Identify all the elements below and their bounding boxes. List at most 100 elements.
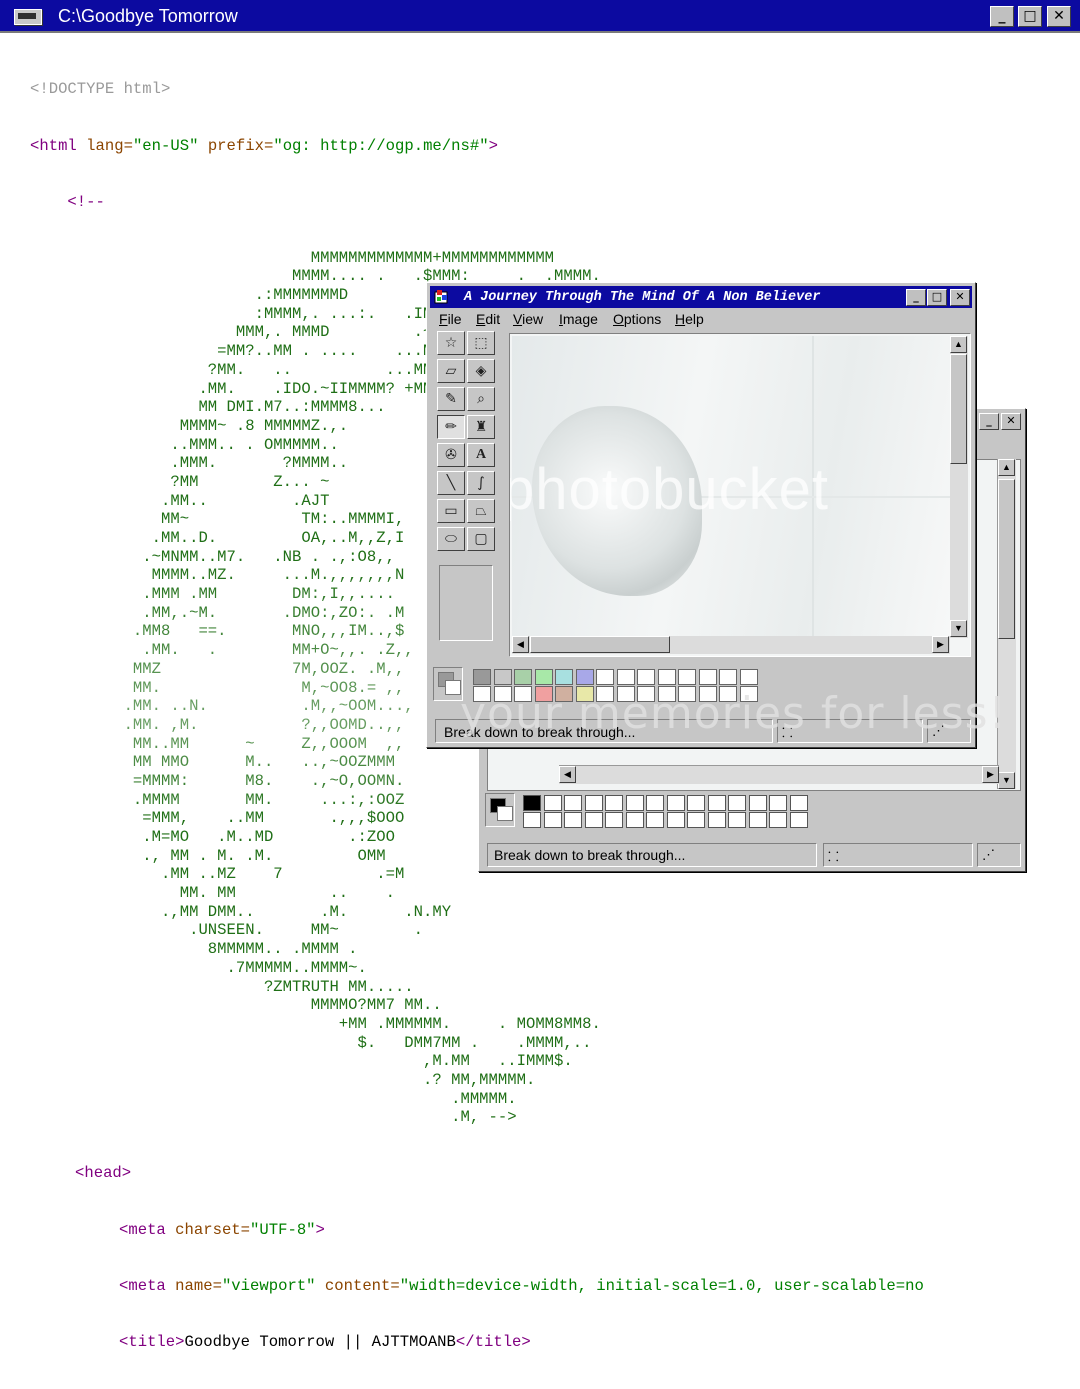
palette-swatch[interactable]: [748, 795, 767, 811]
scroll-down-icon[interactable]: ▼: [950, 620, 967, 637]
palette-swatch[interactable]: [769, 812, 787, 828]
scroll-up-icon[interactable]: ▲: [998, 459, 1015, 476]
menu-help[interactable]: Help: [675, 311, 704, 327]
menu-edit[interactable]: Edit: [476, 311, 500, 327]
meta-charset-line: <meta charset="UTF-8">: [119, 1220, 325, 1239]
palette-swatch[interactable]: [625, 795, 644, 811]
palette-swatch[interactable]: [748, 812, 767, 828]
rounded-rect-icon[interactable]: ▢: [467, 527, 495, 551]
scroll-right-icon[interactable]: ▶: [982, 766, 999, 783]
palette-swatch[interactable]: [596, 669, 614, 685]
palette-swatch[interactable]: [605, 795, 623, 811]
palette-swatch[interactable]: [789, 795, 808, 811]
palette-swatch[interactable]: [728, 795, 746, 811]
palette-swatch[interactable]: [555, 669, 573, 685]
brush-icon[interactable]: ♜: [467, 415, 495, 439]
palette-swatch[interactable]: [687, 795, 705, 811]
palette-swatch[interactable]: [584, 812, 603, 828]
palette-swatch[interactable]: [678, 669, 696, 685]
back-status-size: ⋰: [977, 843, 1021, 867]
paint-minimize-button[interactable]: _: [906, 289, 926, 306]
palette-swatch[interactable]: [657, 669, 676, 685]
free-select-icon[interactable]: ☆: [437, 331, 465, 355]
ascii-art-line: .MMMMM.: [30, 1089, 517, 1108]
palette-swatch[interactable]: [543, 795, 562, 811]
close-button[interactable]: ✕: [1047, 6, 1071, 27]
palette-swatch[interactable]: [534, 669, 553, 685]
palette-swatch[interactable]: [523, 812, 541, 828]
back-close-button[interactable]: ✕: [1001, 413, 1021, 430]
palette-swatch[interactable]: [646, 795, 664, 811]
scroll-left-icon[interactable]: ◀: [559, 766, 576, 783]
palette-swatch[interactable]: [493, 669, 512, 685]
fill-bucket-icon[interactable]: ◈: [467, 359, 495, 383]
line-icon[interactable]: ╲: [437, 471, 465, 495]
ascii-art-line: $. DMM7MM . .MMMM,..: [30, 1033, 592, 1052]
doctype-line: <!DOCTYPE html>: [30, 80, 171, 99]
palette-swatch[interactable]: [564, 795, 582, 811]
text-tool-icon[interactable]: A: [467, 443, 495, 467]
back-vertical-scrollbar[interactable]: ▲ ▼: [997, 459, 1016, 789]
palette-swatch[interactable]: [707, 795, 726, 811]
palette-swatch[interactable]: [707, 812, 726, 828]
paint-title-bar[interactable]: A Journey Through The Mind Of A Non Beli…: [430, 286, 972, 308]
palette-swatch[interactable]: [625, 812, 644, 828]
palette-swatch[interactable]: [739, 669, 758, 685]
eraser-icon[interactable]: ▱: [437, 359, 465, 383]
pencil-icon[interactable]: ✏: [437, 415, 465, 439]
palette-swatch[interactable]: [584, 795, 603, 811]
palette-swatch[interactable]: [564, 812, 582, 828]
paint-canvas[interactable]: photobucket ▲ ▼ ◀ ▶: [509, 333, 971, 657]
tool-options-box[interactable]: [439, 565, 493, 641]
ascii-art-line: 8MMMMM.. .MMMM .: [30, 940, 358, 959]
scroll-left-icon[interactable]: ◀: [512, 636, 529, 653]
paint-maximize-button[interactable]: □: [927, 289, 947, 306]
ellipse-icon[interactable]: ⬭: [437, 527, 465, 551]
palette-swatch[interactable]: [666, 795, 685, 811]
menu-view[interactable]: View: [513, 311, 543, 327]
back-color-palette[interactable]: [485, 793, 821, 835]
back-horizontal-scrollbar[interactable]: ◀ ▶: [559, 765, 999, 784]
scroll-down-icon[interactable]: ▼: [998, 772, 1015, 789]
palette-swatch[interactable]: [769, 795, 787, 811]
scroll-right-icon[interactable]: ▶: [932, 636, 949, 653]
palette-swatch[interactable]: [719, 669, 737, 685]
color-picker-icon[interactable]: ✎: [437, 387, 465, 411]
palette-swatch[interactable]: [637, 669, 655, 685]
scroll-up-icon[interactable]: ▲: [950, 336, 967, 353]
curve-icon[interactable]: ∫: [467, 471, 495, 495]
palette-swatch[interactable]: [523, 795, 541, 811]
paint-window-front[interactable]: A Journey Through The Mind Of A Non Beli…: [426, 282, 976, 748]
palette-swatch[interactable]: [514, 669, 532, 685]
palette-swatch[interactable]: [605, 812, 623, 828]
menu-file[interactable]: File: [439, 311, 462, 327]
console-icon: [14, 9, 42, 25]
palette-swatch[interactable]: [687, 812, 705, 828]
canvas-vertical-scrollbar[interactable]: ▲ ▼: [950, 336, 968, 638]
rectangle-icon[interactable]: ▭: [437, 499, 465, 523]
maximize-button[interactable]: □: [1018, 6, 1042, 27]
canvas-horizontal-scrollbar[interactable]: ◀ ▶: [512, 636, 950, 654]
palette-swatch[interactable]: [789, 812, 808, 828]
palette-swatch[interactable]: [728, 812, 746, 828]
airbrush-icon[interactable]: ✇: [437, 443, 465, 467]
minimize-button[interactable]: _: [990, 6, 1014, 27]
rect-select-icon[interactable]: ⬚: [467, 331, 495, 355]
horizontal-scroll-thumb[interactable]: [530, 636, 670, 653]
back-scroll-thumb[interactable]: [998, 479, 1015, 639]
back-minimize-button[interactable]: _: [979, 413, 999, 430]
palette-swatch[interactable]: [473, 669, 491, 685]
magnifier-icon[interactable]: ⌕: [467, 387, 495, 411]
console-title-bar[interactable]: C:\Goodbye Tomorrow _ □ ✕: [0, 0, 1080, 33]
palette-swatch[interactable]: [698, 669, 717, 685]
menu-image[interactable]: Image: [559, 311, 598, 327]
menu-options[interactable]: Options: [613, 311, 661, 327]
palette-swatch[interactable]: [543, 812, 562, 828]
palette-swatch[interactable]: [616, 669, 635, 685]
palette-swatch[interactable]: [646, 812, 664, 828]
palette-swatch[interactable]: [575, 669, 594, 685]
polygon-icon[interactable]: ⏢: [467, 499, 495, 523]
vertical-scroll-thumb[interactable]: [950, 354, 967, 464]
palette-swatch[interactable]: [666, 812, 685, 828]
paint-close-button[interactable]: ✕: [950, 289, 970, 306]
